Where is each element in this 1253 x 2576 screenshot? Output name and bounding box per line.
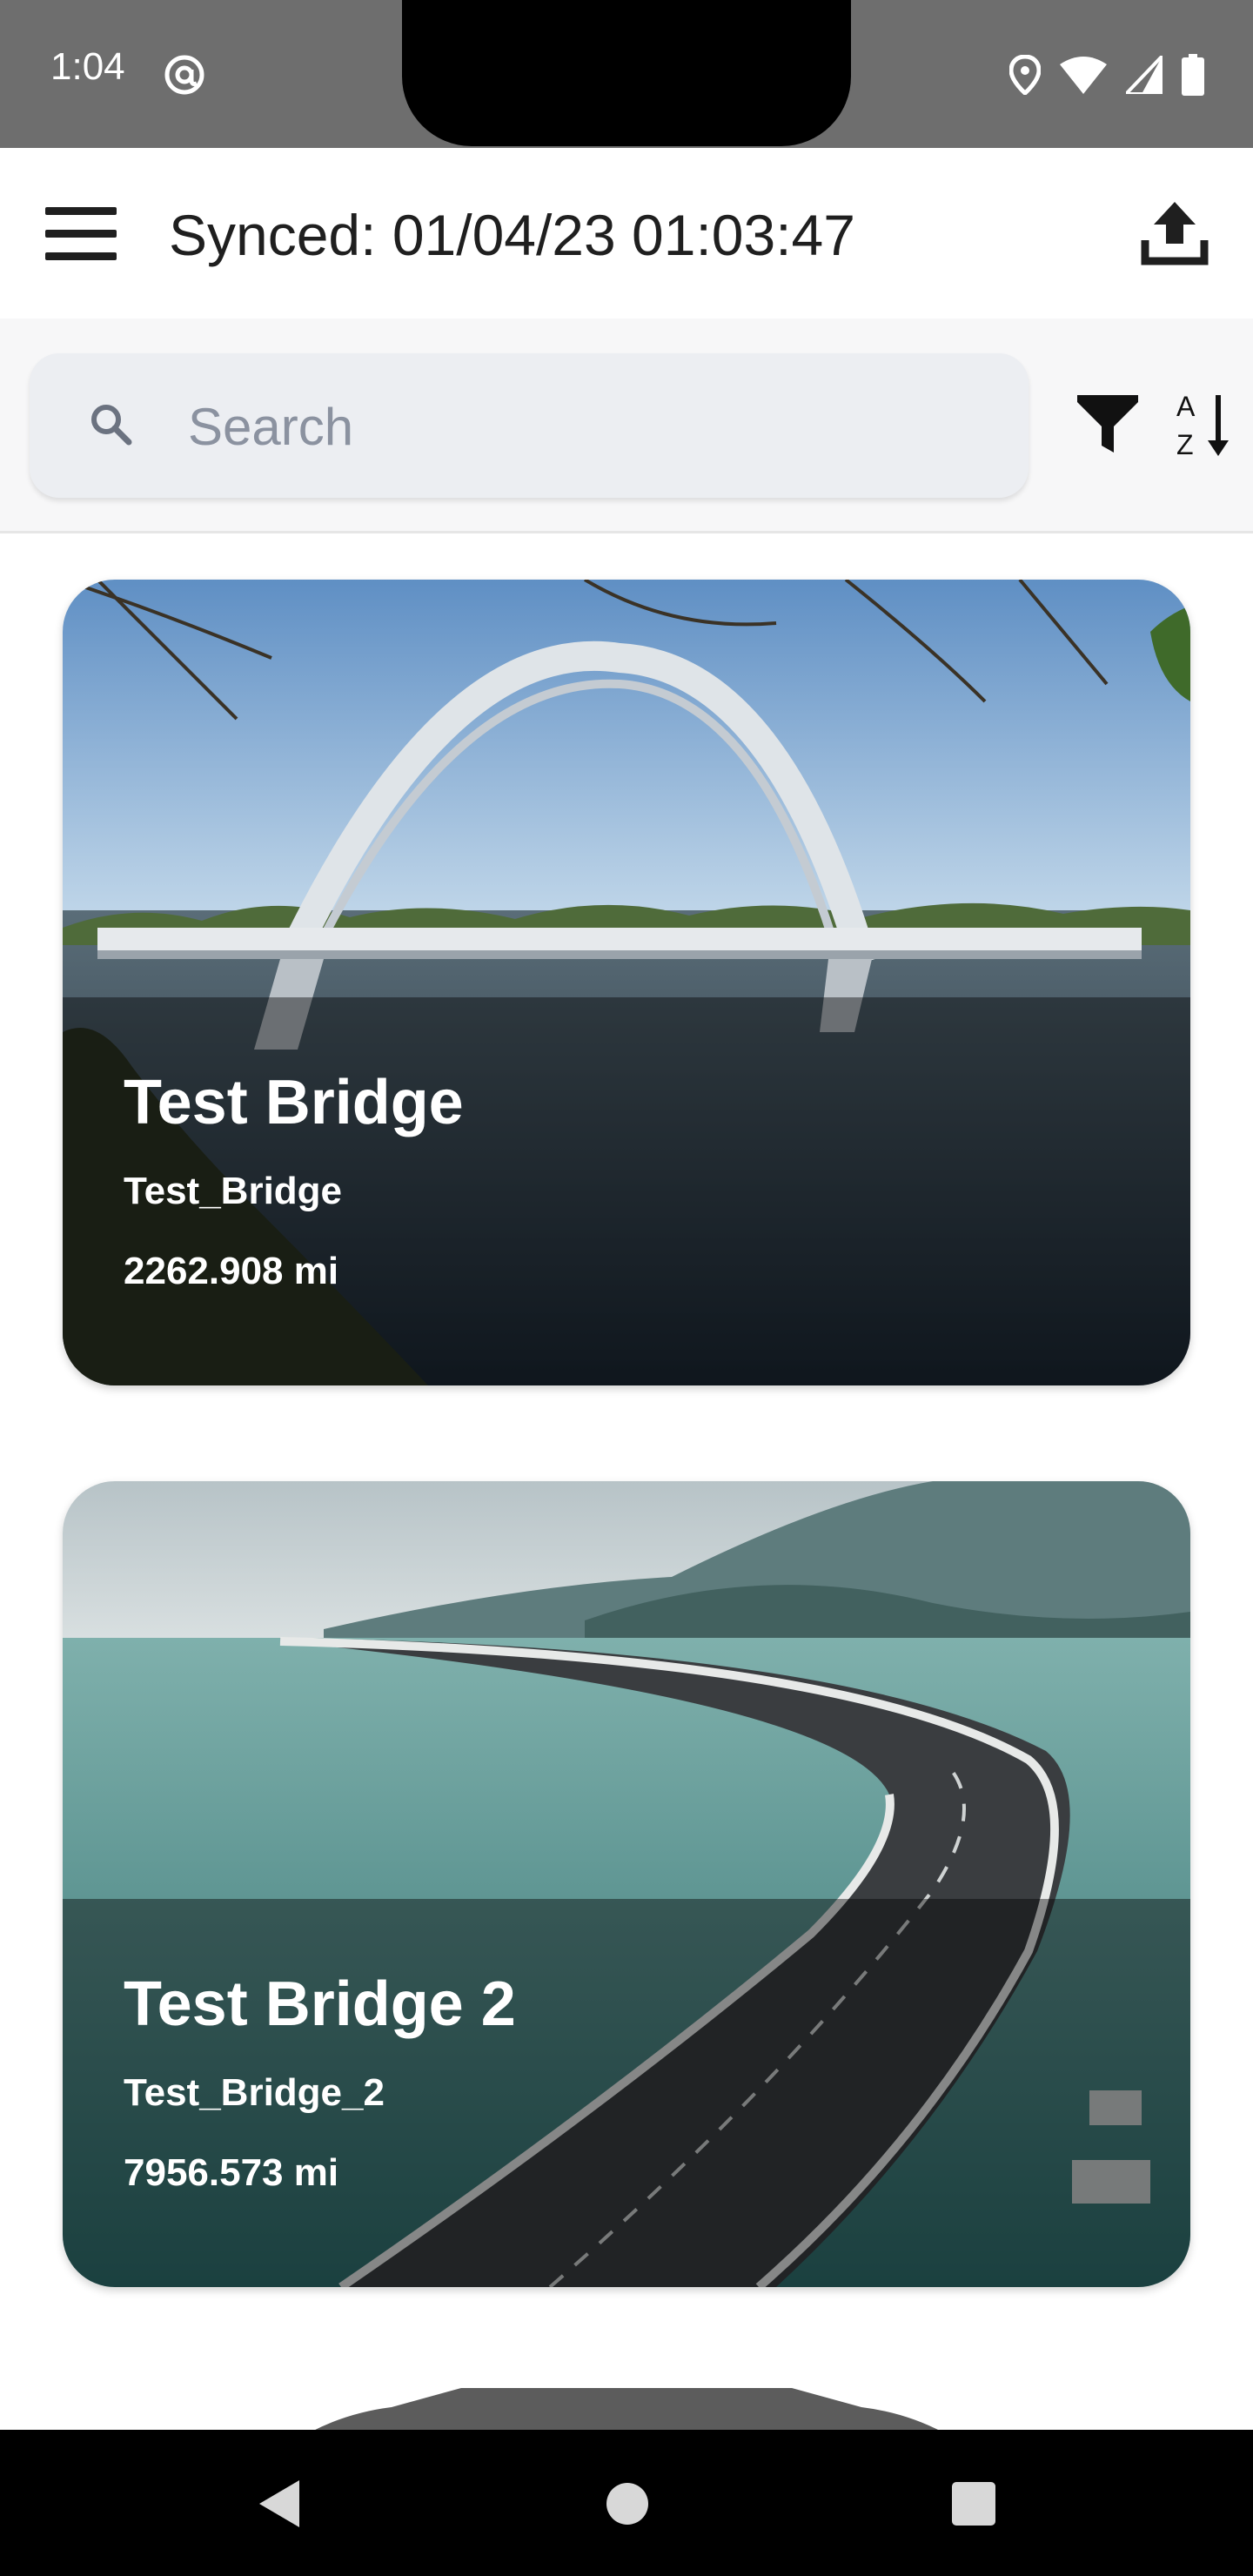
bridge-card[interactable]: Test Bridge 2 Test_Bridge_2 7956.573 mi: [63, 1481, 1190, 2287]
bridge-distance: 2262.908 mi: [124, 1250, 339, 1292]
bridge-code: Test_Bridge: [124, 1170, 343, 1212]
search-icon: [91, 405, 132, 446]
bridge-distance: 7956.573 mi: [124, 2151, 339, 2194]
search-box[interactable]: [30, 353, 1029, 498]
svg-text:A: A: [1176, 391, 1196, 422]
bridge-name: Test Bridge 2: [124, 1969, 516, 2039]
search-toolbar: A Z: [0, 319, 1253, 533]
bridge-code: Test_Bridge_2: [124, 2071, 385, 2114]
cellular-signal-icon: [1126, 56, 1163, 94]
system-navigation-bar: [0, 2430, 1253, 2576]
battery-icon: [1182, 54, 1204, 96]
hamburger-menu-icon[interactable]: [42, 204, 120, 265]
location-icon: [1009, 55, 1041, 95]
camera-notch: [402, 0, 851, 146]
filter-funnel-icon[interactable]: [1075, 392, 1140, 456]
bridge-name: Test Bridge: [124, 1068, 464, 1137]
at-sign-icon: [164, 55, 204, 95]
back-triangle-icon[interactable]: [242, 2465, 320, 2543]
bridge-card[interactable]: Test Bridge Test_Bridge 2262.908 mi: [63, 580, 1190, 1385]
home-circle-icon[interactable]: [588, 2465, 667, 2543]
search-input[interactable]: [186, 379, 990, 473]
sync-status-title: Synced: 01/04/23 01:03:47: [169, 203, 855, 267]
svg-text:Z: Z: [1176, 429, 1194, 460]
status-time: 1:04: [50, 45, 125, 88]
status-bar: 1:04: [0, 0, 1253, 148]
app-bar: Synced: 01/04/23 01:03:47: [0, 148, 1253, 319]
wifi-icon: [1060, 57, 1107, 94]
upload-icon[interactable]: [1140, 198, 1209, 268]
recents-square-icon[interactable]: [935, 2465, 1013, 2543]
sort-alpha-icon[interactable]: A Z: [1176, 390, 1234, 460]
